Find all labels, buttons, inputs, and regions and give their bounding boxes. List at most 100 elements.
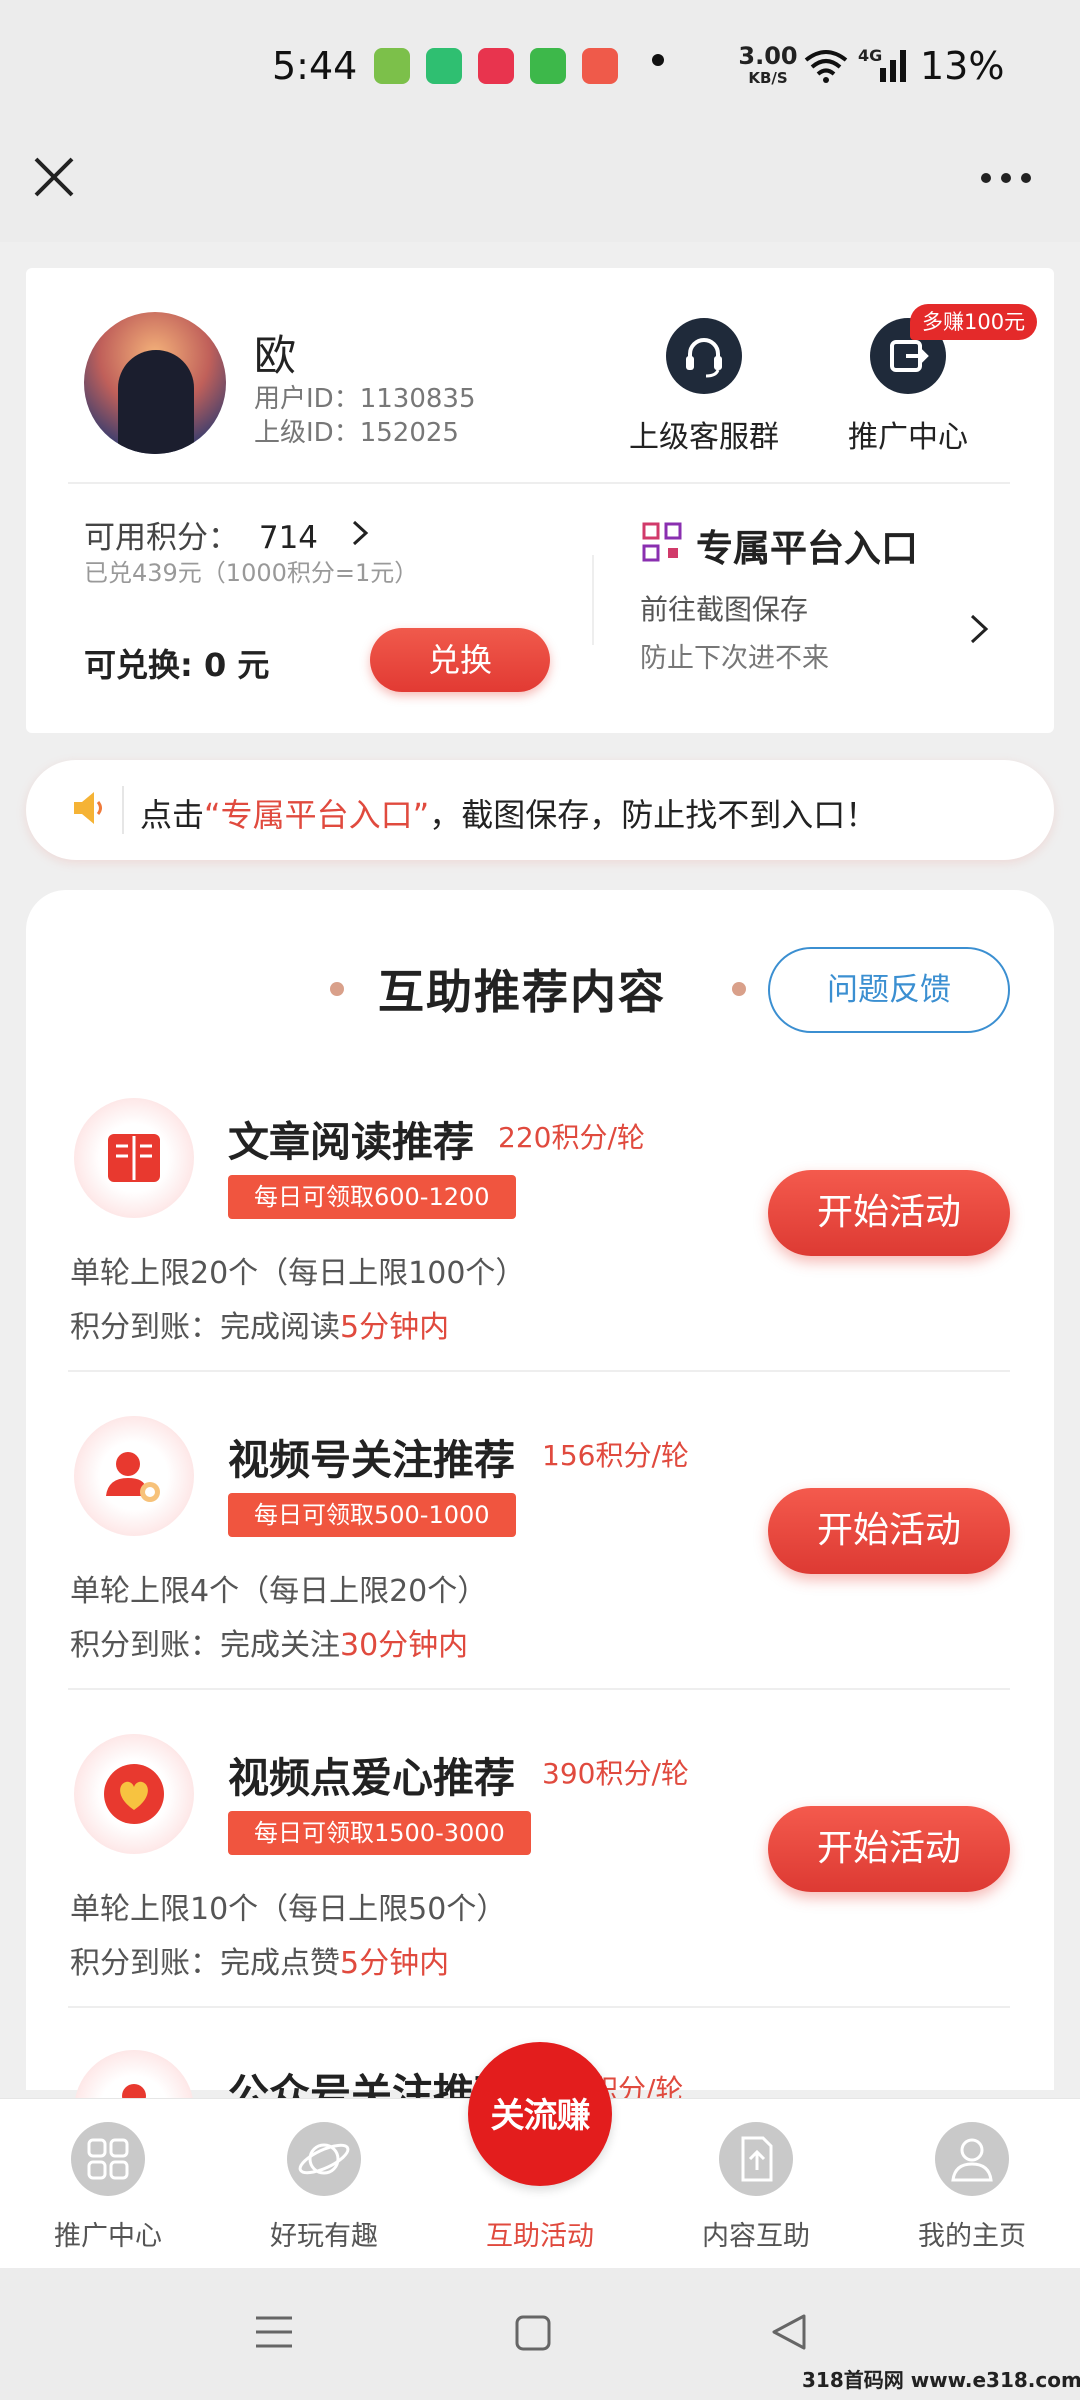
credit-time: 5分钟内 [340, 1310, 450, 1345]
divider [68, 482, 1010, 484]
username: 欧 [254, 331, 297, 380]
net-speed-unit: KB/S [748, 69, 788, 87]
book-icon [108, 1134, 160, 1182]
battery-app-icon [426, 48, 462, 84]
back-icon[interactable] [770, 2312, 808, 2352]
task-rate: 390积分/轮 [542, 1757, 689, 1790]
points-value: 714 [258, 520, 319, 556]
task-icon [74, 1734, 194, 1854]
close-icon[interactable] [32, 155, 76, 199]
vertical-divider [592, 555, 594, 645]
redeemed-info: 已兑439元（1000积分=1元） [84, 559, 419, 587]
divider [68, 1370, 1010, 1372]
task-title: 视频号关注推荐 [228, 1436, 515, 1484]
notice-suffix: ，截图保存，防止找不到入口！ [429, 796, 878, 834]
avatar[interactable] [84, 312, 226, 454]
divider [68, 2006, 1010, 2008]
credit-time: 30分钟内 [340, 1628, 469, 1663]
heart-icon [104, 1764, 164, 1824]
task-limit: 单轮上限10个（每日上限50个） [70, 1892, 507, 1927]
net-speed-value: 3.00 [738, 42, 798, 70]
task-title: 视频点爱心推荐 [228, 1754, 515, 1802]
status-app-icons [374, 48, 618, 84]
task-rate: 156积分/轮 [542, 1439, 689, 1472]
start-activity-button[interactable]: 开始活动 [768, 1170, 1010, 1256]
notice-text: 点击“专属平台入口”，截图保存，防止找不到入口！ [140, 790, 877, 836]
daily-reward-badge: 每日可领取500-1000 [228, 1493, 516, 1537]
battery-level: 13% [920, 44, 1005, 88]
task-icon [74, 1098, 194, 1218]
watermark: 318首码网 www.e318.com [802, 2368, 1080, 2392]
title-bar [0, 130, 1080, 242]
nav-label: 推广中心 [54, 2221, 162, 2252]
shop-app-icon [530, 48, 566, 84]
video-app-icon [478, 48, 514, 84]
divider [68, 1688, 1010, 1690]
exchangeable-amount: 可兑换: 0 元 [84, 646, 270, 684]
task-credit: 积分到账：完成阅读5分钟内 [70, 1302, 449, 1346]
start-activity-button[interactable]: 开始活动 [768, 1806, 1010, 1892]
nav-label: 内容互助 [702, 2221, 810, 2252]
credit-prefix: 积分到账：完成点赞 [70, 1946, 340, 1981]
chevron-right-icon[interactable] [968, 612, 990, 646]
menu-icon[interactable] [254, 2314, 294, 2350]
nav-fun[interactable]: 好玩有趣 [216, 2122, 432, 2253]
section-title: 互助推荐内容 [378, 965, 666, 1019]
notice-separator [122, 786, 124, 834]
title-dot [732, 982, 746, 996]
music-app-icon [582, 48, 618, 84]
app-notification-icon [374, 48, 410, 84]
headset-icon [666, 318, 742, 394]
credit-prefix: 积分到账：完成关注 [70, 1628, 340, 1663]
notice-prefix: 点击 [140, 796, 205, 834]
user-follow-icon [106, 1452, 160, 1502]
portal-subtitle: 前往截图保存 [640, 593, 809, 626]
credit-time: 5分钟内 [340, 1946, 450, 1981]
nav-label: 好玩有趣 [270, 2221, 378, 2252]
home-icon[interactable] [514, 2314, 552, 2352]
status-time: 5:44 [272, 44, 358, 88]
nav-promotion-center[interactable]: 推广中心 [0, 2122, 216, 2253]
net-speed: 3.00 KB/S [736, 44, 800, 86]
nav-content-mutual[interactable]: 内容互助 [648, 2122, 864, 2253]
daily-reward-badge: 每日可领取600-1200 [228, 1175, 516, 1219]
parent-id: 上级ID：152025 [254, 418, 459, 448]
person-icon [935, 2122, 1009, 2196]
signal-icon [880, 50, 906, 82]
daily-reward-badge: 每日可领取1500-3000 [228, 1811, 531, 1855]
start-activity-button[interactable]: 开始活动 [768, 1488, 1010, 1574]
promotion-center-label: 推广中心 [848, 420, 968, 455]
bonus-tag: 多赚100元 [910, 304, 1038, 340]
nav-my-page[interactable]: 我的主页 [864, 2122, 1080, 2253]
wifi-icon [804, 50, 848, 83]
task-icon [74, 1416, 194, 1536]
task-rate: 220积分/轮 [498, 1121, 645, 1154]
exchange-button[interactable]: 兑换 [370, 628, 550, 692]
more-options-icon[interactable] [978, 170, 1034, 186]
user-id: 用户ID：1130835 [254, 384, 476, 414]
credit-prefix: 积分到账：完成阅读 [70, 1310, 340, 1345]
app-logo-text: 关流赚 [490, 2096, 591, 2136]
notice-highlight: “专属平台入口” [204, 796, 430, 834]
points-label: 可用积分： [84, 520, 239, 556]
chevron-right-icon[interactable] [346, 518, 372, 548]
planet-icon [287, 2122, 361, 2196]
task-title: 文章阅读推荐 [228, 1118, 474, 1166]
service-group-label: 上级客服群 [629, 420, 779, 455]
upload-doc-icon [719, 2122, 793, 2196]
task-credit: 积分到账：完成关注30分钟内 [70, 1620, 468, 1664]
nav-label: 互助活动 [486, 2221, 594, 2252]
service-group-button[interactable]: 上级客服群 [604, 318, 804, 456]
task-limit: 单轮上限4个（每日上限20个） [70, 1574, 488, 1609]
task-credit: 积分到账：完成点赞5分钟内 [70, 1938, 449, 1982]
notification-dot [652, 54, 664, 66]
nav-label: 我的主页 [918, 2221, 1026, 2252]
exclusive-portal-title[interactable]: 专属平台入口 [696, 518, 918, 572]
points-row[interactable]: 可用积分： 714 [84, 512, 318, 557]
speaker-icon [74, 792, 102, 824]
title-dot [330, 982, 344, 996]
feedback-button[interactable]: 问题反馈 [768, 947, 1010, 1033]
task-limit: 单轮上限20个（每日上限100个） [70, 1256, 526, 1291]
qr-code-icon [642, 522, 682, 562]
portal-hint: 防止下次进不来 [640, 643, 829, 674]
